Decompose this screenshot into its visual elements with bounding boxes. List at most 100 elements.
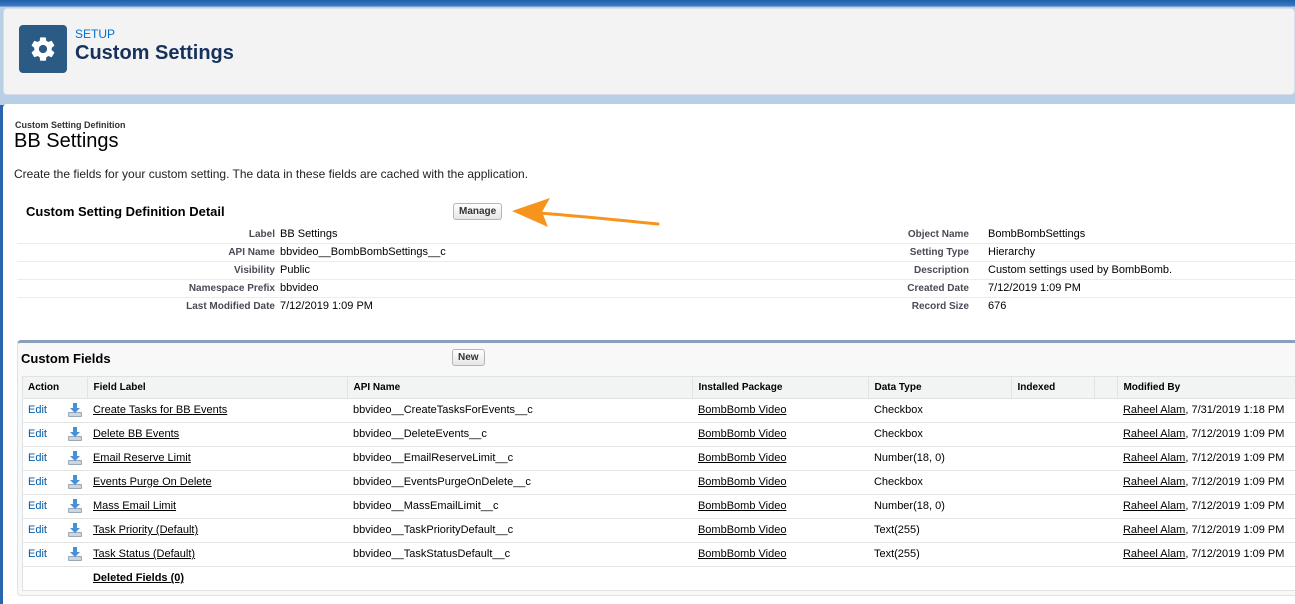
package-cell: BombBomb Video [692, 518, 869, 543]
action-cell: Edit [23, 446, 88, 471]
modified-date: , 7/12/2019 1:09 PM [1185, 452, 1285, 464]
api-name-cell: bbvideo__MassEmailLimit__c [347, 494, 693, 519]
package-link[interactable]: BombBomb Video [698, 476, 786, 488]
package-link[interactable]: BombBomb Video [698, 524, 786, 536]
modified-by-cell: Raheel Alam, 7/12/2019 1:09 PM [1117, 542, 1295, 567]
manage-button[interactable]: Manage [453, 203, 503, 220]
download-icon[interactable] [67, 522, 83, 538]
column-header-blank [1094, 377, 1118, 399]
edit-link[interactable]: Edit [28, 500, 47, 512]
modified-by-link[interactable]: Raheel Alam [1123, 452, 1185, 464]
detail-label: Created Date [907, 283, 969, 294]
deleted-fields-link[interactable]: Deleted Fields (0) [93, 572, 184, 584]
gear-icon [19, 25, 67, 73]
detail-label: Setting Type [909, 247, 969, 258]
package-link[interactable]: BombBomb Video [698, 452, 786, 464]
setup-eyebrow[interactable]: SETUP [75, 27, 115, 41]
field-label-cell: Events Purge On Delete [87, 470, 348, 495]
detail-value: 7/12/2019 1:09 PM [280, 300, 373, 312]
setup-header: SETUP Custom Settings [3, 8, 1295, 95]
action-cell: Edit [23, 422, 88, 447]
modified-by-cell: Raheel Alam, 7/31/2019 1:18 PM [1117, 398, 1295, 423]
download-icon[interactable] [67, 426, 83, 442]
column-header-installed-package[interactable]: Installed Package [692, 377, 869, 399]
field-label-link[interactable]: Task Status (Default) [93, 548, 195, 560]
detail-value: Custom settings used by BombBomb. [988, 264, 1173, 276]
column-header-api-name[interactable]: API Name [347, 377, 693, 399]
data-type-cell: Checkbox [868, 422, 1012, 447]
table-header-row: Action Field Label API Name Installed Pa… [23, 377, 1295, 399]
field-label-link[interactable]: Delete BB Events [93, 428, 179, 440]
page-description: Create the fields for your custom settin… [14, 167, 529, 181]
package-link[interactable]: BombBomb Video [698, 428, 786, 440]
blank-cell [1094, 398, 1118, 423]
column-header-indexed[interactable]: Indexed [1011, 377, 1095, 399]
package-link[interactable]: BombBomb Video [698, 404, 786, 416]
field-label-cell: Delete BB Events [87, 422, 348, 447]
blank-cell [1094, 518, 1118, 543]
field-label-link[interactable]: Task Priority (Default) [93, 524, 198, 536]
new-field-button[interactable]: New [452, 349, 485, 366]
blank-cell [1094, 446, 1118, 471]
field-label-link[interactable]: Events Purge On Delete [93, 476, 212, 488]
column-header-data-type[interactable]: Data Type [868, 377, 1012, 399]
edit-link[interactable]: Edit [28, 428, 47, 440]
modified-by-link[interactable]: Raheel Alam [1123, 428, 1185, 440]
api-name-cell: bbvideo__TaskPriorityDefault__c [347, 518, 693, 543]
action-cell: Edit [23, 398, 88, 423]
detail-value: BB Settings [280, 228, 338, 240]
modified-by-link[interactable]: Raheel Alam [1123, 404, 1185, 416]
indexed-cell [1011, 470, 1095, 495]
detail-label: Namespace Prefix [188, 283, 275, 294]
custom-fields-body: Edit Create Tasks for BB Events bbvideo_… [23, 398, 1295, 590]
modified-by-link[interactable]: Raheel Alam [1123, 500, 1185, 512]
modified-by-cell: Raheel Alam, 7/12/2019 1:09 PM [1117, 518, 1295, 543]
modified-by-link[interactable]: Raheel Alam [1123, 548, 1185, 560]
detail-row: Last Modified Date 7/12/2019 1:09 PM Rec… [17, 298, 1295, 316]
download-icon[interactable] [67, 402, 83, 418]
modified-by-link[interactable]: Raheel Alam [1123, 476, 1185, 488]
detail-row: Label BB Settings Object Name BombBombSe… [17, 226, 1295, 244]
page-title: BB Settings [14, 130, 119, 152]
table-row: Edit Task Priority (Default) bbvideo__Ta… [23, 518, 1295, 543]
detail-label: API Name [228, 247, 275, 258]
edit-link[interactable]: Edit [28, 524, 47, 536]
indexed-cell [1011, 446, 1095, 471]
download-icon[interactable] [67, 474, 83, 490]
detail-value: Public [280, 264, 310, 276]
modified-by-cell: Raheel Alam, 7/12/2019 1:09 PM [1117, 422, 1295, 447]
table-row: Edit Task Status (Default) bbvideo__Task… [23, 542, 1295, 567]
modified-date: , 7/12/2019 1:09 PM [1185, 548, 1285, 560]
download-icon[interactable] [67, 498, 83, 514]
column-header-action[interactable]: Action [23, 377, 88, 399]
action-cell: Edit [23, 518, 88, 543]
breadcrumb: Custom Setting Definition [15, 120, 126, 130]
modified-by-cell: Raheel Alam, 7/12/2019 1:09 PM [1117, 494, 1295, 519]
edit-link[interactable]: Edit [28, 548, 47, 560]
main-content: Custom Setting Definition BB Settings Cr… [3, 104, 1295, 604]
modified-by-link[interactable]: Raheel Alam [1123, 524, 1185, 536]
field-label-cell: Create Tasks for BB Events [87, 398, 348, 423]
edit-link[interactable]: Edit [28, 404, 47, 416]
detail-row: API Name bbvideo__BombBombSettings__c Se… [17, 244, 1295, 262]
detail-label: Last Modified Date [186, 301, 275, 312]
custom-fields-title: Custom Fields [21, 351, 111, 366]
field-label-link[interactable]: Create Tasks for BB Events [93, 404, 227, 416]
package-link[interactable]: BombBomb Video [698, 500, 786, 512]
field-label-link[interactable]: Email Reserve Limit [93, 452, 191, 464]
column-header-modified-by[interactable]: Modified By [1117, 377, 1295, 399]
detail-value: 7/12/2019 1:09 PM [988, 282, 1081, 294]
download-icon[interactable] [67, 450, 83, 466]
field-label-cell: Task Priority (Default) [87, 518, 348, 543]
download-icon[interactable] [67, 546, 83, 562]
modified-date: , 7/12/2019 1:09 PM [1185, 524, 1285, 536]
indexed-cell [1011, 494, 1095, 519]
edit-link[interactable]: Edit [28, 476, 47, 488]
package-link[interactable]: BombBomb Video [698, 548, 786, 560]
api-name-cell: bbvideo__EmailReserveLimit__c [347, 446, 693, 471]
indexed-cell [1011, 422, 1095, 447]
field-label-link[interactable]: Mass Email Limit [93, 500, 176, 512]
column-header-field-label[interactable]: Field Label [87, 377, 348, 399]
blank-cell [1094, 542, 1118, 567]
edit-link[interactable]: Edit [28, 452, 47, 464]
